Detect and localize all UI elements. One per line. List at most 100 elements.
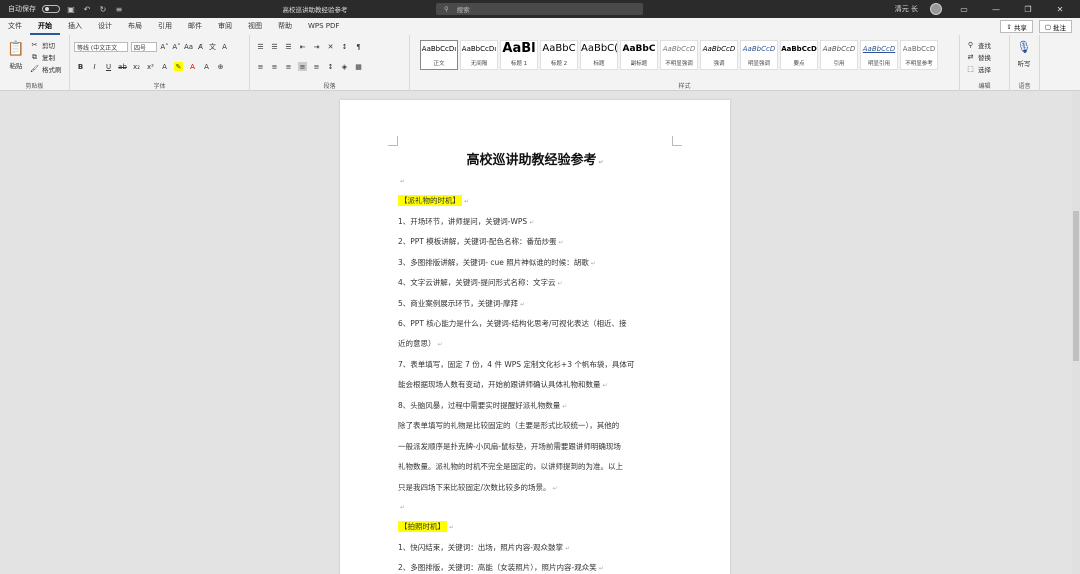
format-painter-icon[interactable]: 🖌 [30,65,39,74]
font-size-select[interactable]: 四号 [131,42,157,52]
redo-icon[interactable]: ↻ [98,4,108,14]
select-button[interactable]: 选择 [978,64,991,74]
style-title[interactable]: AaBbC(标题 [580,40,618,70]
ribbon-tabs: 文件 开始 插入 设计 布局 引用 邮件 审阅 视图 帮助 WPS PDF ⇪ 共… [0,18,1080,35]
grow-font-icon[interactable]: A˄ [160,43,169,52]
tab-mailings[interactable]: 邮件 [180,18,210,35]
text-effects-icon[interactable]: A [160,62,169,71]
share-button[interactable]: ⇪ 共享 [1000,20,1033,33]
microphone-icon[interactable]: 🎙 [1016,39,1031,55]
doc-paragraph: 近的意思） ↵ [398,339,443,348]
align-left-icon[interactable]: ≡ [256,62,265,71]
document-page[interactable]: 高校巡讲助教经验参考 ↵ ↵ 【派礼物的时机】 ↵ 1、开场环节，讲师提问，关键词-… [340,100,730,574]
tab-review[interactable]: 审阅 [210,18,240,35]
phonetic-guide-icon[interactable]: 文 [208,43,217,52]
tab-view[interactable]: 视图 [240,18,270,35]
cut-label: 剪切 [42,42,55,50]
style-subtle-reference[interactable]: AaBbCcD 不明显参考 [900,40,938,70]
style-subtle-emphasis[interactable]: AaBbCcD 不明显强调 [660,40,698,70]
style-strong[interactable]: AaBbCcD 要点 [780,40,818,70]
dictate-button[interactable]: 听写 [1018,58,1031,68]
close-icon[interactable]: ✕ [1050,5,1070,14]
increase-indent-icon[interactable]: ⇥ [312,42,321,51]
numbering-icon[interactable]: ☰ [270,42,279,51]
select-icon[interactable]: ⬚ [966,65,975,74]
character-border-icon[interactable]: A [220,43,229,52]
comments-button[interactable]: ▢ 批注 [1038,20,1072,33]
distributed-icon[interactable]: ≡ [312,62,321,71]
highlight-icon[interactable]: ✎ [174,62,183,71]
minimize-icon[interactable]: — [986,5,1006,14]
section-heading-gifts: 【派礼物的时机】 ↵ [398,195,470,206]
tab-help[interactable]: 帮助 [270,18,300,35]
style-heading-1[interactable]: AaBl 标题 1 [500,40,538,70]
search-icon: ⚲ [444,5,449,13]
cut-icon[interactable]: ✂ [30,41,39,50]
style-quote[interactable]: AaBbCcD 引用 [820,40,858,70]
replace-icon[interactable]: ⇄ [966,53,975,62]
section-heading-photos: 【拍照时机】 ↵ [398,521,455,532]
strikethrough-icon[interactable]: ab [118,62,127,71]
align-right-icon[interactable]: ≡ [284,62,293,71]
show-marks-icon[interactable]: ¶ [354,42,363,51]
style-no-spacing[interactable]: AaBbCcDı 无间隔 [460,40,498,70]
copy-icon[interactable]: ⧉ [30,53,39,62]
multilevel-list-icon[interactable]: ☰ [284,42,293,51]
subscript-icon[interactable]: x₂ [132,62,141,71]
autosave-toggle[interactable] [42,5,60,13]
style-heading-2[interactable]: AaBbC 标题 2 [540,40,578,70]
tab-file[interactable]: 文件 [0,18,30,35]
bold-icon[interactable]: B [76,62,85,71]
shrink-font-icon[interactable]: A˅ [172,43,181,52]
align-center-icon[interactable]: ≡ [270,62,279,71]
chinese-layout-icon[interactable]: ✕ [326,42,335,51]
font-color-icon[interactable]: A [188,62,197,71]
line-spacing-icon[interactable]: ↕ [326,62,335,71]
style-intense-emphasis[interactable]: AaBbCcD 明显强调 [740,40,778,70]
margin-corner-right [672,136,682,146]
user-name[interactable]: 清元 长 [895,4,918,14]
doc-paragraph: 6、PPT 核心能力是什么，关键词-结构化思考/可视化表达（相近、接 [398,319,627,328]
tab-layout[interactable]: 布局 [120,18,150,35]
character-shading-icon[interactable]: A [202,62,211,71]
avatar[interactable] [930,3,942,15]
tab-wps-pdf[interactable]: WPS PDF [300,18,347,35]
sort-icon[interactable]: ↕ [340,42,349,51]
tab-references[interactable]: 引用 [150,18,180,35]
tab-insert[interactable]: 插入 [60,18,90,35]
tab-design[interactable]: 设计 [90,18,120,35]
borders-icon[interactable]: ▦ [354,62,363,71]
find-button[interactable]: 查找 [978,40,991,50]
style-subtitle[interactable]: AaBbC 副标题 [620,40,658,70]
ribbon-display-icon[interactable]: ▭ [954,5,974,14]
search-box[interactable]: ⚲ 搜索 [436,3,643,15]
decrease-indent-icon[interactable]: ⇤ [298,42,307,51]
customize-toolbar-icon[interactable]: ≡ [114,4,124,14]
font-name-select[interactable]: 等线 (中文正文 [74,42,128,52]
enclose-characters-icon[interactable]: ⊕ [216,62,225,71]
italic-icon[interactable]: I [90,62,99,71]
justify-icon[interactable]: ≡ [298,62,307,71]
shading-icon[interactable]: ◈ [340,62,349,71]
paste-icon[interactable]: 📋 [7,41,24,57]
replace-button[interactable]: 替换 [978,52,991,62]
style-emphasis[interactable]: AaBbCcD 强调 [700,40,738,70]
vertical-scrollbar[interactable] [1072,91,1080,574]
underline-icon[interactable]: U [104,62,113,71]
doc-paragraph: 1、开场环节，讲师提问，关键词-WPS ↵ [398,217,535,226]
style-intense-quote[interactable]: AaBbCcD 明显引用 [860,40,898,70]
restore-icon[interactable]: ❐ [1018,5,1038,14]
find-icon[interactable]: ⚲ [966,41,975,50]
style-normal[interactable]: AaBbCcDı 正文 [420,40,458,70]
bullets-icon[interactable]: ☰ [256,42,265,51]
undo-icon[interactable]: ↶ [82,4,92,14]
scrollbar-thumb[interactable] [1073,211,1079,361]
paragraph-group: ☰ ☰ ☰ ⇤ ⇥ ✕ ↕ ¶ ≡ ≡ ≡ ≡ ≡ ↕ ◈ ▦ 段落 [250,35,410,91]
tab-home[interactable]: 开始 [30,18,60,35]
clear-formatting-icon[interactable]: A̸ [196,43,205,52]
paragraph-mark: ↵ [400,178,406,185]
superscript-icon[interactable]: x² [146,62,155,71]
save-icon[interactable]: ▣ [66,4,76,14]
format-painter-label: 格式刷 [42,66,62,74]
change-case-icon[interactable]: Aa [184,43,193,52]
